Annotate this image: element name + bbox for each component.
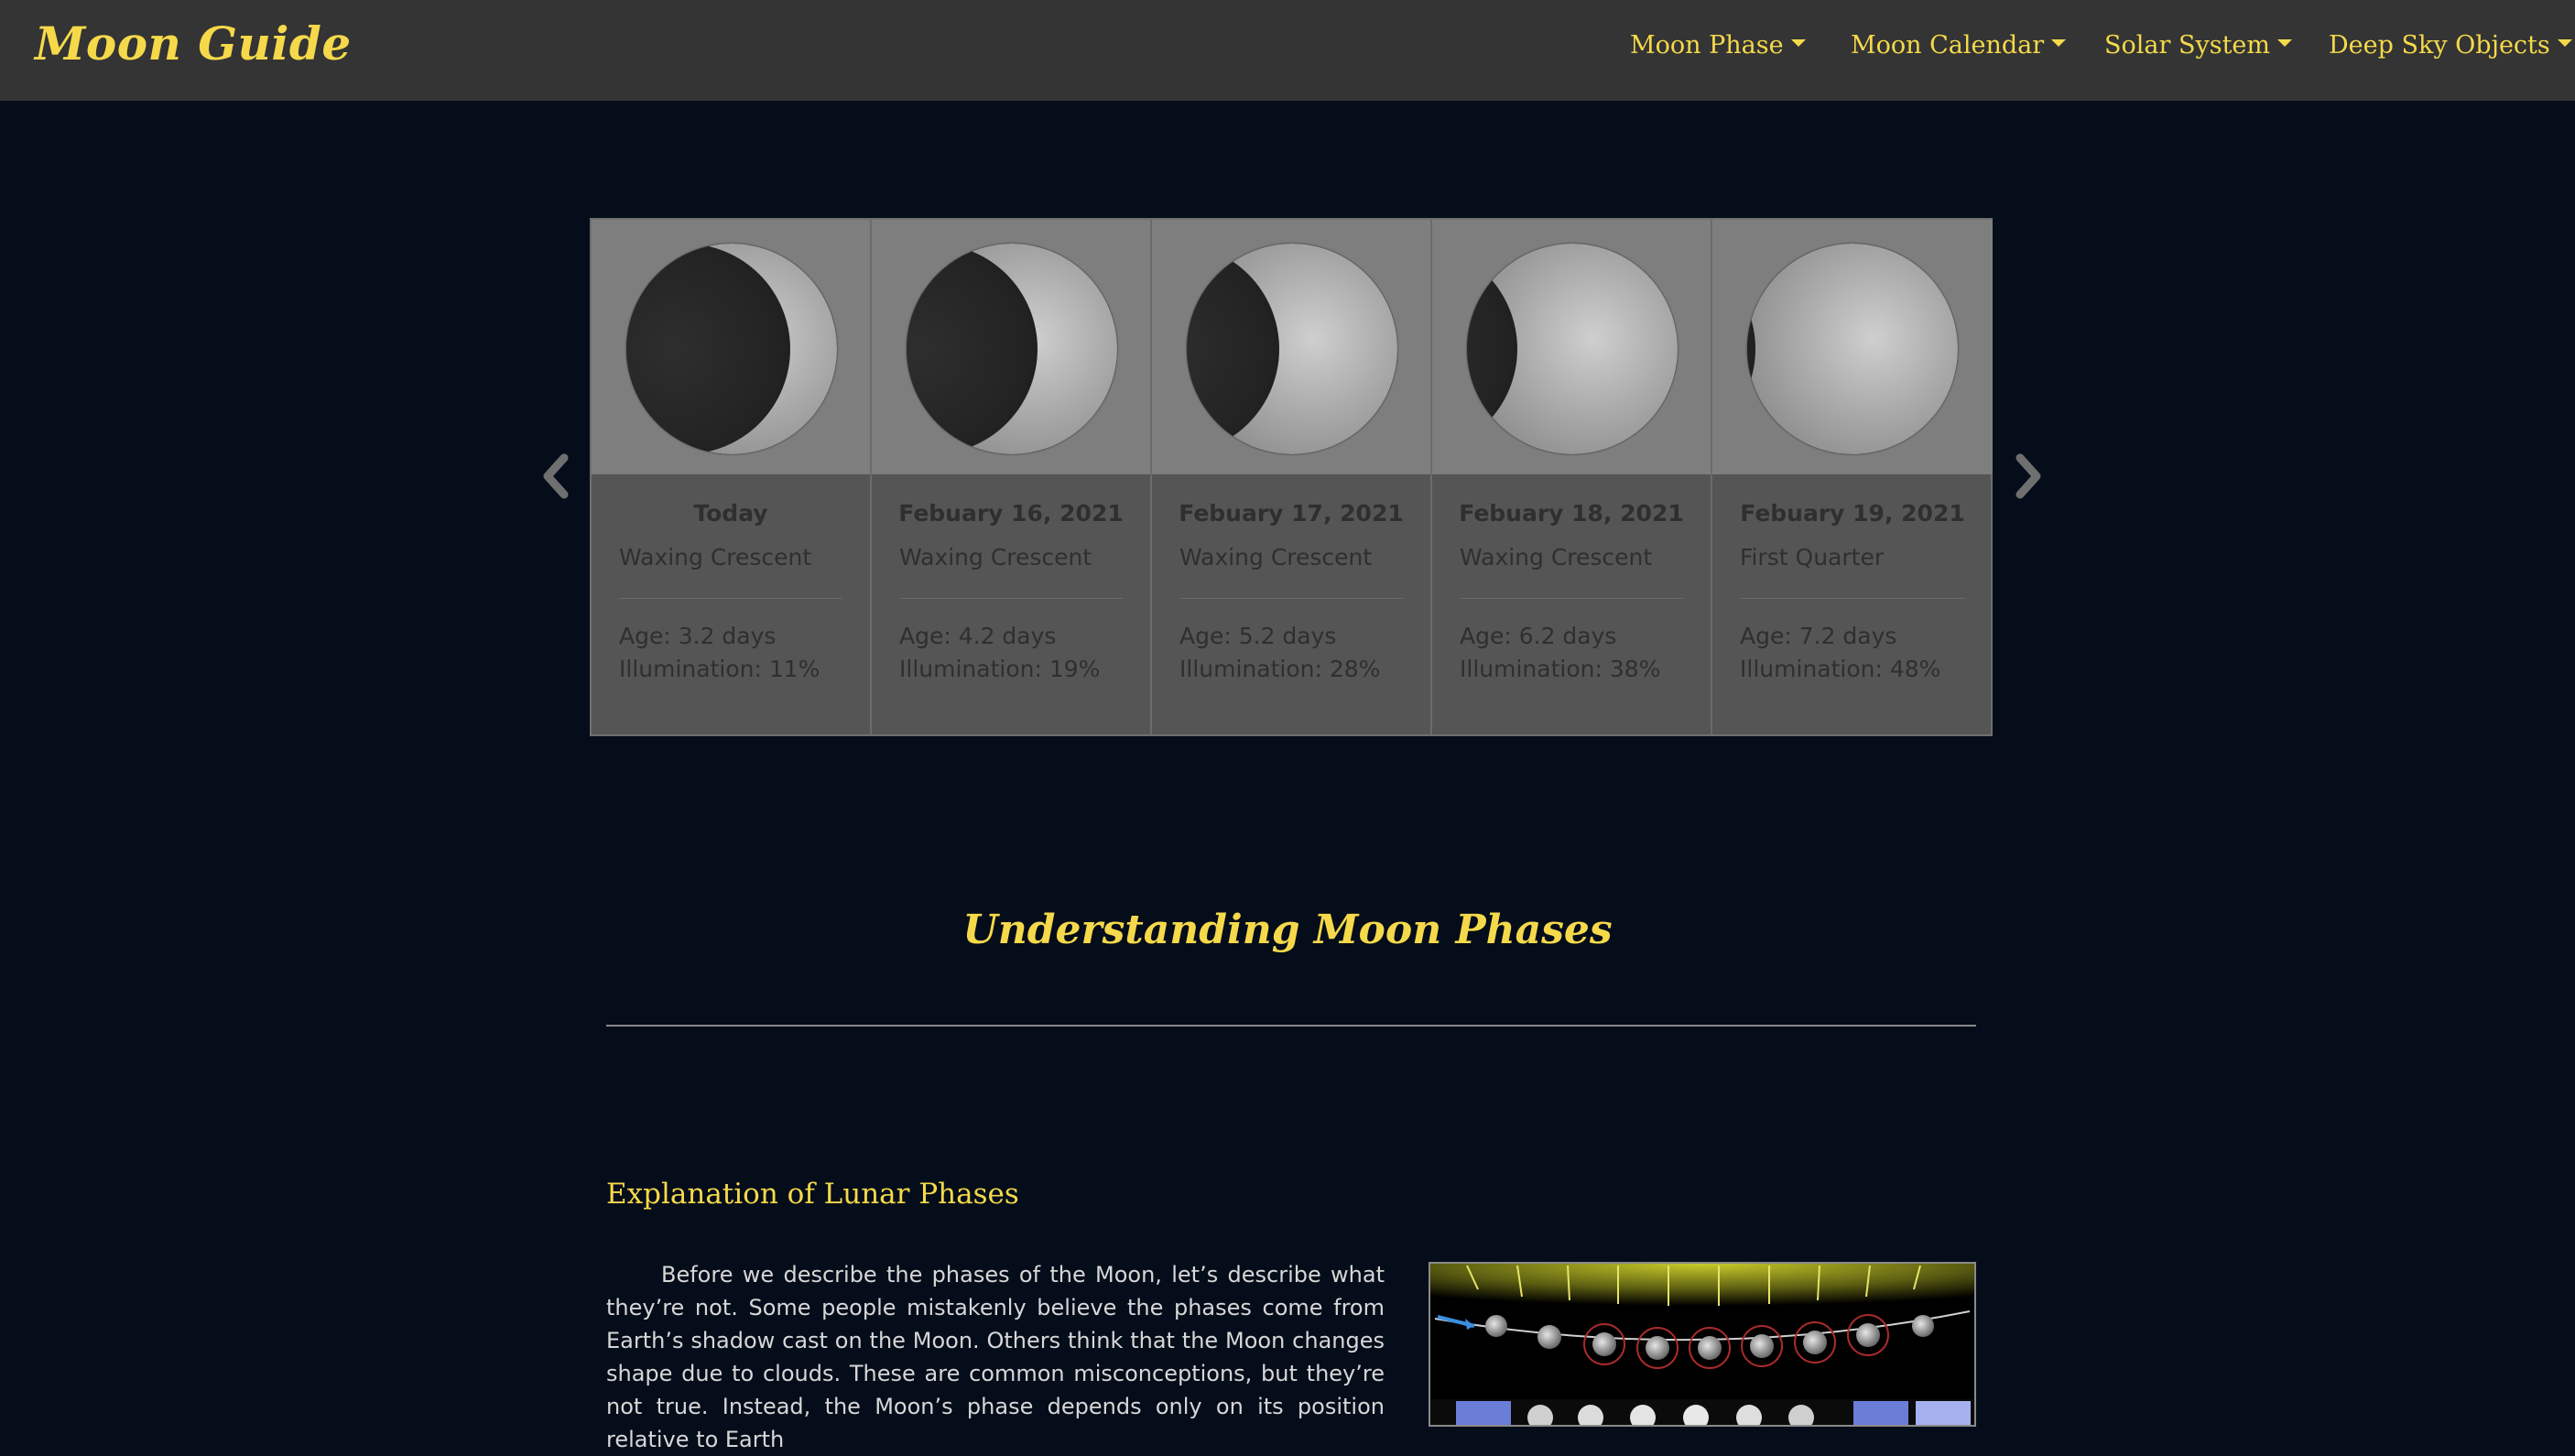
moon-card[interactable]: Febuary 17, 2021 Waxing Crescent Age: 5.… — [1152, 220, 1432, 734]
chevron-left-icon[interactable] — [535, 451, 579, 502]
moon-card-phase: First Quarter — [1740, 544, 1885, 570]
moon-card[interactable]: Today Waxing Crescent Age: 3.2 days Illu… — [592, 220, 872, 734]
moon-card[interactable]: Febuary 19, 2021 First Quarter Age: 7.2 … — [1712, 220, 1993, 734]
moon-card-illumination: Illumination: 19% — [899, 656, 1101, 682]
nav-deep-sky-objects-label: Deep Sky Objects — [2329, 31, 2550, 60]
card-divider — [1460, 598, 1683, 599]
nav-deep-sky-objects[interactable]: Deep Sky Objects — [2329, 31, 2572, 68]
moon-phase-carousel: Today Waxing Crescent Age: 3.2 days Illu… — [590, 218, 1993, 736]
moon-image-frame — [1152, 220, 1430, 474]
moon-card-phase: Waxing Crescent — [619, 544, 812, 570]
navbar: Moon Guide Moon Phase Moon Calendar Sola… — [0, 0, 2575, 101]
moon-card-phase: Waxing Crescent — [1179, 544, 1373, 570]
moon-card-age: Age: 4.2 days — [899, 623, 1057, 649]
moon-card-illumination: Illumination: 38% — [1460, 656, 1661, 682]
explanation-text: Before we describe the phases of the Moo… — [606, 1262, 1385, 1452]
subsection-title: Explanation of Lunar Phases — [606, 1178, 1019, 1211]
moon-card[interactable]: Febuary 16, 2021 Waxing Crescent Age: 4.… — [872, 220, 1152, 734]
nav-solar-system[interactable]: Solar System — [2104, 31, 2293, 68]
moon-image-frame — [1712, 220, 1993, 474]
moon-card-date: Febuary 17, 2021 — [1179, 500, 1404, 527]
moon-card-age: Age: 7.2 days — [1740, 623, 1897, 649]
lunar-phases-diagram — [1429, 1262, 1976, 1427]
card-divider — [619, 598, 842, 599]
chevron-right-icon[interactable] — [2005, 451, 2049, 502]
moon-card-date: Today — [693, 500, 768, 527]
moon-card-illumination: Illumination: 48% — [1740, 656, 1941, 682]
caret-down-icon — [2277, 38, 2293, 47]
moon-image — [907, 244, 1117, 454]
nav-moon-calendar-label: Moon Calendar — [1851, 31, 2045, 60]
moon-image — [626, 244, 837, 454]
lunar-phases-diagram-image — [1430, 1264, 1974, 1425]
nav-moon-phase[interactable]: Moon Phase — [1630, 31, 1806, 68]
moon-card-age: Age: 6.2 days — [1460, 623, 1617, 649]
moon-card-date: Febuary 18, 2021 — [1459, 500, 1684, 527]
moon-image — [1187, 244, 1397, 454]
moon-image-frame — [872, 220, 1150, 474]
brand-logo[interactable]: Moon Guide — [35, 16, 352, 71]
moon-card-age: Age: 3.2 days — [619, 623, 777, 649]
caret-down-icon — [2051, 38, 2067, 47]
section-title: Understanding Moon Phases — [962, 907, 1613, 953]
explanation-paragraph: Before we describe the phases of the Moo… — [606, 1258, 1385, 1456]
moon-image-frame — [1432, 220, 1711, 474]
card-divider — [899, 598, 1123, 599]
moon-card-illumination: Illumination: 28% — [1179, 656, 1381, 682]
nav-solar-system-label: Solar System — [2104, 31, 2271, 60]
moon-image — [1467, 244, 1678, 454]
moon-card-date: Febuary 16, 2021 — [898, 500, 1124, 527]
caret-down-icon — [1790, 38, 1806, 47]
nav-moon-calendar[interactable]: Moon Calendar — [1851, 31, 2067, 68]
card-divider — [1179, 598, 1403, 599]
moon-card-phase: Waxing Crescent — [1460, 544, 1653, 570]
nav-moon-phase-label: Moon Phase — [1630, 31, 1784, 60]
moon-card[interactable]: Febuary 18, 2021 Waxing Crescent Age: 6.… — [1432, 220, 1712, 734]
caret-down-icon — [2557, 38, 2572, 47]
moon-card-date: Febuary 19, 2021 — [1740, 500, 1965, 527]
moon-image — [1747, 244, 1958, 454]
card-divider — [1740, 598, 1965, 599]
moon-card-illumination: Illumination: 11% — [619, 656, 820, 682]
moon-card-phase: Waxing Crescent — [899, 544, 1092, 570]
moon-image-frame — [592, 220, 870, 474]
section-divider — [606, 1025, 1976, 1027]
moon-card-age: Age: 5.2 days — [1179, 623, 1337, 649]
